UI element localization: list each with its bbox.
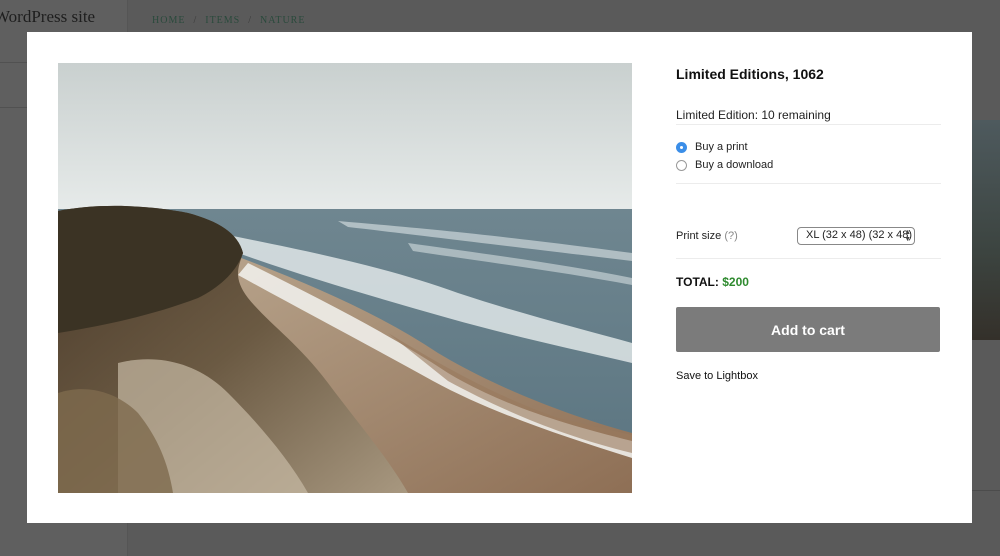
radio-buy-download[interactable]: [676, 159, 687, 171]
print-size-select[interactable]: XL (32 x 48) (32 x 48) ▲ ▼: [797, 227, 915, 245]
option-buy-print[interactable]: Buy a print: [676, 141, 748, 153]
limited-edition-remaining: Limited Edition: 10 remaining: [676, 108, 831, 122]
divider: [676, 124, 941, 125]
print-size-label: Print size (?): [676, 230, 738, 242]
breadcrumb-items[interactable]: ITEMS: [205, 15, 240, 26]
print-size-text: Print size: [676, 230, 722, 242]
save-to-lightbox-link[interactable]: Save to Lightbox: [676, 370, 758, 382]
print-size-help[interactable]: (?): [724, 230, 737, 242]
product-title: Limited Editions, 1062: [676, 66, 824, 82]
divider: [676, 183, 941, 184]
site-title: WordPress site: [0, 7, 96, 26]
divider: [676, 258, 941, 259]
breadcrumb-nature[interactable]: NATURE: [260, 15, 305, 26]
radio-buy-print[interactable]: [676, 141, 687, 153]
option-buy-download[interactable]: Buy a download: [676, 159, 773, 171]
add-to-cart-button[interactable]: Add to cart: [676, 307, 940, 352]
select-arrows-icon: ▲ ▼: [904, 229, 911, 243]
breadcrumb: HOME / ITEMS / NATURE: [152, 15, 305, 26]
option-buy-print-label: Buy a print: [695, 141, 748, 153]
option-buy-download-label: Buy a download: [695, 159, 774, 171]
background-thumbnail: [972, 120, 1000, 340]
product-modal: Limited Editions, 1062 Limited Edition: …: [27, 32, 972, 523]
total-label: TOTAL:: [676, 275, 719, 289]
total-price: $200: [722, 275, 749, 289]
breadcrumb-separator: /: [193, 15, 198, 26]
breadcrumb-home[interactable]: HOME: [152, 15, 185, 26]
print-size-value: XL (32 x 48) (32 x 48): [806, 229, 912, 241]
product-photo: [58, 63, 632, 493]
background-divider: [972, 490, 1000, 491]
breadcrumb-separator: /: [248, 15, 253, 26]
coastal-cliff-photo: [58, 63, 632, 493]
total: TOTAL: $200: [676, 275, 749, 289]
